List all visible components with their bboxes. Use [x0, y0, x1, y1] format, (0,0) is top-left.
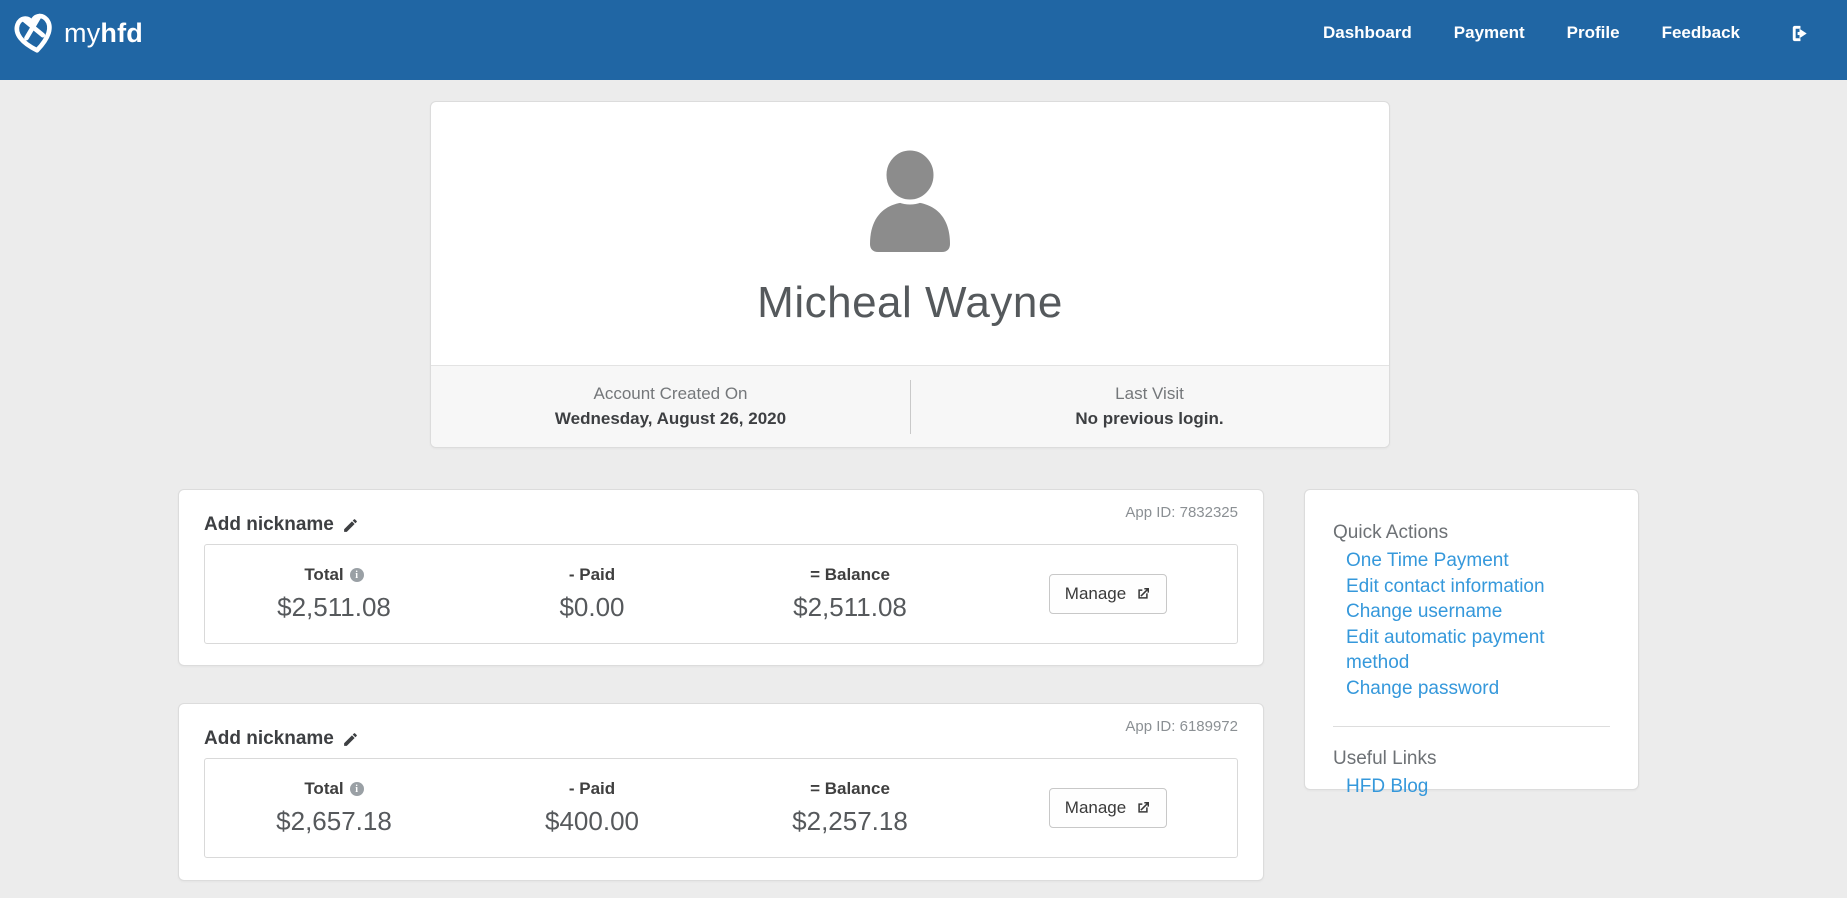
sidebar-divider	[1333, 726, 1610, 727]
last-visit-block: Last Visit No previous login.	[910, 366, 1389, 447]
last-visit-value: No previous login.	[1075, 409, 1224, 428]
nav-item-payment[interactable]: Payment	[1454, 23, 1525, 43]
app-id-text: App ID: 6189972	[1125, 718, 1238, 735]
pencil-icon[interactable]	[342, 517, 359, 534]
heart-ribbon-logo-icon	[10, 9, 58, 57]
add-nickname-button[interactable]: Add nickname	[204, 514, 359, 536]
account-card: App ID: 6189972 Add nickname Total $2,65…	[178, 703, 1264, 881]
app-id-text: App ID: 7832325	[1125, 504, 1238, 521]
info-icon[interactable]	[349, 568, 364, 582]
quick-action-change-password[interactable]: Change password	[1346, 676, 1610, 702]
brand-name: myhfd	[64, 17, 143, 48]
quick-action-one-time-payment[interactable]: One Time Payment	[1346, 548, 1610, 574]
profile-footer: Account Created On Wednesday, August 26,…	[431, 365, 1389, 447]
balance-label: = Balance	[810, 565, 890, 584]
manage-button[interactable]: Manage	[1048, 574, 1168, 614]
paid-value: $0.00	[559, 592, 625, 622]
paid-value: $400.00	[545, 806, 639, 836]
paid-label: - Paid	[568, 779, 616, 798]
user-full-name: Micheal Wayne	[757, 278, 1063, 327]
quick-action-edit-automatic-payment-method[interactable]: Edit automatic payment method	[1346, 625, 1610, 676]
total-label: Total	[304, 779, 344, 798]
balance-column: = Balance $2,257.18	[721, 779, 979, 837]
paid-label: - Paid	[568, 565, 616, 584]
profile-top-section: Micheal Wayne	[431, 102, 1389, 366]
balance-summary-box: Total $2,511.08 - Paid $0.00 = Balance $…	[204, 544, 1238, 644]
total-value: $2,511.08	[277, 592, 391, 622]
account-card: App ID: 7832325 Add nickname Total $2,51…	[178, 489, 1264, 666]
account-created-block: Account Created On Wednesday, August 26,…	[431, 366, 910, 447]
last-visit-label: Last Visit	[1115, 384, 1184, 403]
total-value: $2,657.18	[276, 806, 392, 836]
useful-links-title: Useful Links	[1333, 748, 1437, 769]
useful-links-list: HFD Blog	[1333, 774, 1610, 800]
brand-logo[interactable]: myhfd	[10, 9, 143, 57]
nav-item-profile[interactable]: Profile	[1567, 23, 1620, 43]
pencil-icon[interactable]	[342, 731, 359, 748]
sidebar-card: Quick Actions One Time Payment Edit cont…	[1304, 489, 1639, 797]
total-column: Total $2,511.08	[205, 565, 463, 623]
balance-column: = Balance $2,511.08	[721, 565, 979, 623]
balance-value: $2,257.18	[792, 806, 908, 836]
quick-actions-title: Quick Actions	[1333, 522, 1449, 543]
paid-column: - Paid $400.00	[463, 779, 721, 837]
paid-column: - Paid $0.00	[463, 565, 721, 623]
user-avatar-icon	[862, 148, 958, 252]
sign-out-icon[interactable]	[1788, 22, 1811, 45]
external-link-icon	[1135, 586, 1151, 602]
external-link-icon	[1135, 800, 1151, 816]
account-created-label: Account Created On	[593, 384, 748, 403]
manage-column: Manage	[979, 574, 1237, 614]
add-nickname-button[interactable]: Add nickname	[204, 728, 359, 750]
footer-divider	[910, 380, 911, 434]
info-icon[interactable]	[349, 782, 364, 796]
useful-link-hfd-blog[interactable]: HFD Blog	[1346, 774, 1610, 800]
nav-item-feedback[interactable]: Feedback	[1662, 23, 1740, 43]
quick-action-edit-contact-information[interactable]: Edit contact information	[1346, 574, 1610, 600]
quick-action-change-username[interactable]: Change username	[1346, 599, 1610, 625]
navbar: myhfd Dashboard Payment Profile Feedback	[0, 0, 1847, 80]
total-label: Total	[304, 565, 344, 584]
balance-value: $2,511.08	[793, 592, 907, 622]
manage-column: Manage	[979, 788, 1237, 828]
balance-summary-box: Total $2,657.18 - Paid $400.00 = Balance…	[204, 758, 1238, 858]
quick-actions-list: One Time Payment Edit contact informatio…	[1333, 548, 1610, 701]
account-created-value: Wednesday, August 26, 2020	[554, 409, 787, 428]
balance-label: = Balance	[810, 779, 890, 798]
myhfd-dashboard-page: { "colors": { "navbar_bg": "#2066a4", "l…	[0, 0, 1847, 898]
nav-links: Dashboard Payment Profile Feedback	[1323, 22, 1811, 45]
total-column: Total $2,657.18	[205, 779, 463, 837]
profile-card: Micheal Wayne Account Created On Wednesd…	[430, 101, 1390, 448]
manage-button[interactable]: Manage	[1048, 788, 1168, 828]
nav-item-dashboard[interactable]: Dashboard	[1323, 23, 1412, 43]
